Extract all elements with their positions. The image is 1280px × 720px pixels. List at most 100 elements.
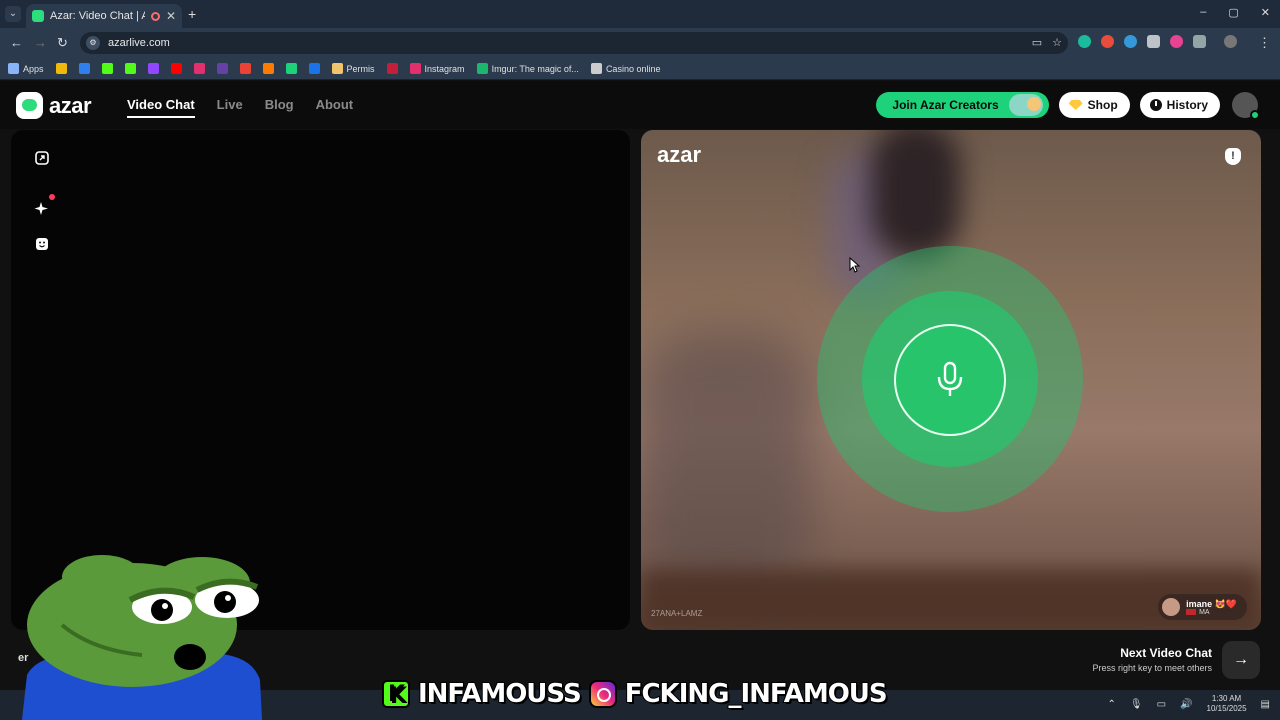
- bookmark-label: Casino online: [605, 63, 661, 74]
- bookmark-label: Apps: [23, 63, 44, 74]
- extension-icon[interactable]: [1101, 35, 1114, 48]
- morocco-flag-icon: [1186, 609, 1197, 615]
- bookmark-icon-item[interactable]: [262, 63, 274, 74]
- next-chat-button[interactable]: →: [1222, 641, 1260, 679]
- url-bar[interactable]: ⚙ azarlive.com ▭ ☆: [80, 32, 1068, 54]
- bookmark-favicon-icon: [590, 63, 602, 74]
- volume-icon[interactable]: 🔊: [1180, 699, 1192, 710]
- minimize-button[interactable]: –: [1200, 6, 1206, 19]
- nav-video-chat[interactable]: Video Chat: [127, 97, 195, 118]
- bookmark-favicon-icon: [147, 63, 159, 74]
- next-chat-title: Next Video Chat: [1120, 646, 1212, 660]
- bookmark-label: Permis: [346, 63, 375, 74]
- bookmark-favicon-icon: [101, 63, 113, 74]
- report-shield-icon[interactable]: !: [1225, 148, 1241, 165]
- bookmark-icon-item[interactable]: [285, 63, 297, 74]
- close-window-button[interactable]: ✕: [1261, 6, 1270, 19]
- user-avatar[interactable]: [1232, 92, 1260, 120]
- puzzle-icon[interactable]: [1193, 35, 1206, 48]
- mouse-cursor-icon: [849, 257, 861, 273]
- peer-name: imane 😻❤️: [1186, 598, 1237, 609]
- taskbar-clock[interactable]: 1:30 AM 10/15/2025: [1207, 694, 1247, 714]
- effects-sparkle-icon[interactable]: [31, 194, 55, 220]
- video-blur: [871, 130, 961, 260]
- bookmark-favicon-icon: [216, 63, 228, 74]
- next-chat-info: Next Video Chat Press right key to meet …: [1092, 646, 1212, 673]
- nav-about[interactable]: About: [316, 97, 354, 118]
- bookmark-casino-online[interactable]: Casino online: [590, 63, 661, 74]
- azar-logo[interactable]: azar: [16, 92, 92, 119]
- new-tab-button[interactable]: +: [188, 6, 196, 22]
- bookmark-icon-item[interactable]: [78, 63, 90, 74]
- extension-icon[interactable]: [1170, 35, 1183, 48]
- bookmark-icon-item[interactable]: [308, 63, 320, 74]
- bookmark-imgur-the-magic-of[interactable]: Imgur: The magic of...: [476, 63, 579, 74]
- bookmark-permis[interactable]: Permis: [331, 63, 375, 74]
- bookmark-icon-item[interactable]: [101, 63, 113, 74]
- peer-info-tag[interactable]: imane 😻❤️ MA: [1158, 594, 1247, 620]
- shop-button[interactable]: Shop: [1058, 92, 1130, 118]
- bookmark-icon-item[interactable]: [193, 63, 205, 74]
- bookmark-icon-item[interactable]: [55, 63, 67, 74]
- sticker-smile-icon[interactable]: [31, 233, 53, 255]
- site-info-icon[interactable]: ⚙: [86, 36, 100, 50]
- bookmark-star-icon[interactable]: ☆: [1052, 36, 1062, 49]
- bookmark-favicon-icon: [170, 63, 182, 74]
- next-chat-subtitle: Press right key to meet others: [1092, 663, 1212, 673]
- nav-blog[interactable]: Blog: [265, 97, 294, 118]
- chevron-up-icon[interactable]: ⌃: [1108, 699, 1116, 710]
- instagram-logo-icon: [588, 680, 617, 708]
- nav-live[interactable]: Live: [217, 97, 243, 118]
- bookmark-favicon-icon: [331, 63, 343, 74]
- reload-icon[interactable]: ↻: [57, 35, 68, 51]
- bookmark-label: Instagram: [424, 63, 465, 74]
- active-tab[interactable]: Azar: Video Chat | Alternati ✕: [26, 4, 182, 28]
- notifications-icon[interactable]: ▤: [1261, 699, 1270, 710]
- browser-tab-strip: ⌄ Azar: Video Chat | Alternati ✕ + – ▢ ✕: [0, 0, 1280, 28]
- history-button[interactable]: History: [1139, 92, 1220, 118]
- peer-country: MA: [1186, 609, 1237, 616]
- extension-icon[interactable]: [1124, 35, 1137, 48]
- microphone-button[interactable]: [894, 324, 1006, 436]
- azar-favicon-icon: [32, 10, 44, 22]
- bookmark-icon-item[interactable]: [239, 63, 251, 74]
- bookmark-favicon-icon: [55, 63, 67, 74]
- bookmark-favicon-icon: [124, 63, 136, 74]
- bookmark-icon-item[interactable]: [147, 63, 159, 74]
- bookmark-icon-item[interactable]: [170, 63, 182, 74]
- maximize-button[interactable]: ▢: [1228, 6, 1238, 19]
- network-icon[interactable]: ▭: [1157, 699, 1166, 710]
- bookmark-icon-item[interactable]: [216, 63, 228, 74]
- peer-avatar: [1162, 598, 1181, 616]
- window-controls: – ▢ ✕: [1200, 6, 1270, 19]
- menu-kebab-icon[interactable]: ⋮: [1258, 35, 1271, 51]
- fullscreen-icon[interactable]: [31, 147, 53, 169]
- extension-icon[interactable]: [1078, 35, 1091, 48]
- site-header: azar Video Chat Live Blog About Join Aza…: [0, 81, 1280, 129]
- logo-text: azar: [49, 92, 92, 118]
- mic-tray-icon[interactable]: 🎙: [1130, 699, 1143, 710]
- system-tray: ⌃ 🎙 ▭ 🔊 1:30 AM 10/15/2025 ▤: [1108, 694, 1271, 714]
- cast-icon[interactable]: ▭: [1032, 36, 1042, 49]
- bookmark-icon-item[interactable]: [124, 63, 136, 74]
- bookmark-favicon-icon: [285, 63, 297, 74]
- bookmark-instagram[interactable]: Instagram: [409, 63, 465, 74]
- peer-country-code: MA: [1199, 608, 1210, 616]
- forward-icon[interactable]: →: [34, 35, 47, 50]
- tab-search-icon[interactable]: ⌄: [5, 6, 21, 22]
- kick-username: INFAMOUSS: [417, 678, 583, 710]
- back-icon[interactable]: ←: [10, 35, 23, 50]
- tab-close-icon[interactable]: ✕: [166, 9, 176, 23]
- notification-dot: [49, 194, 55, 200]
- bookmark-favicon-icon: [476, 63, 488, 74]
- extension-icon[interactable]: [1147, 35, 1160, 48]
- bookmark-favicon-icon: [386, 63, 398, 74]
- join-creators-button[interactable]: Join Azar Creators: [876, 92, 1049, 118]
- profile-icon[interactable]: [1224, 35, 1237, 48]
- bookmark-icon-item[interactable]: [386, 63, 398, 74]
- kick-logo-icon: K: [382, 680, 410, 708]
- bookmark-apps[interactable]: Apps: [8, 63, 44, 74]
- header-actions: Join Azar Creators Shop History: [876, 92, 1260, 120]
- video-blur: [641, 330, 811, 590]
- extensions-row: [1078, 35, 1237, 48]
